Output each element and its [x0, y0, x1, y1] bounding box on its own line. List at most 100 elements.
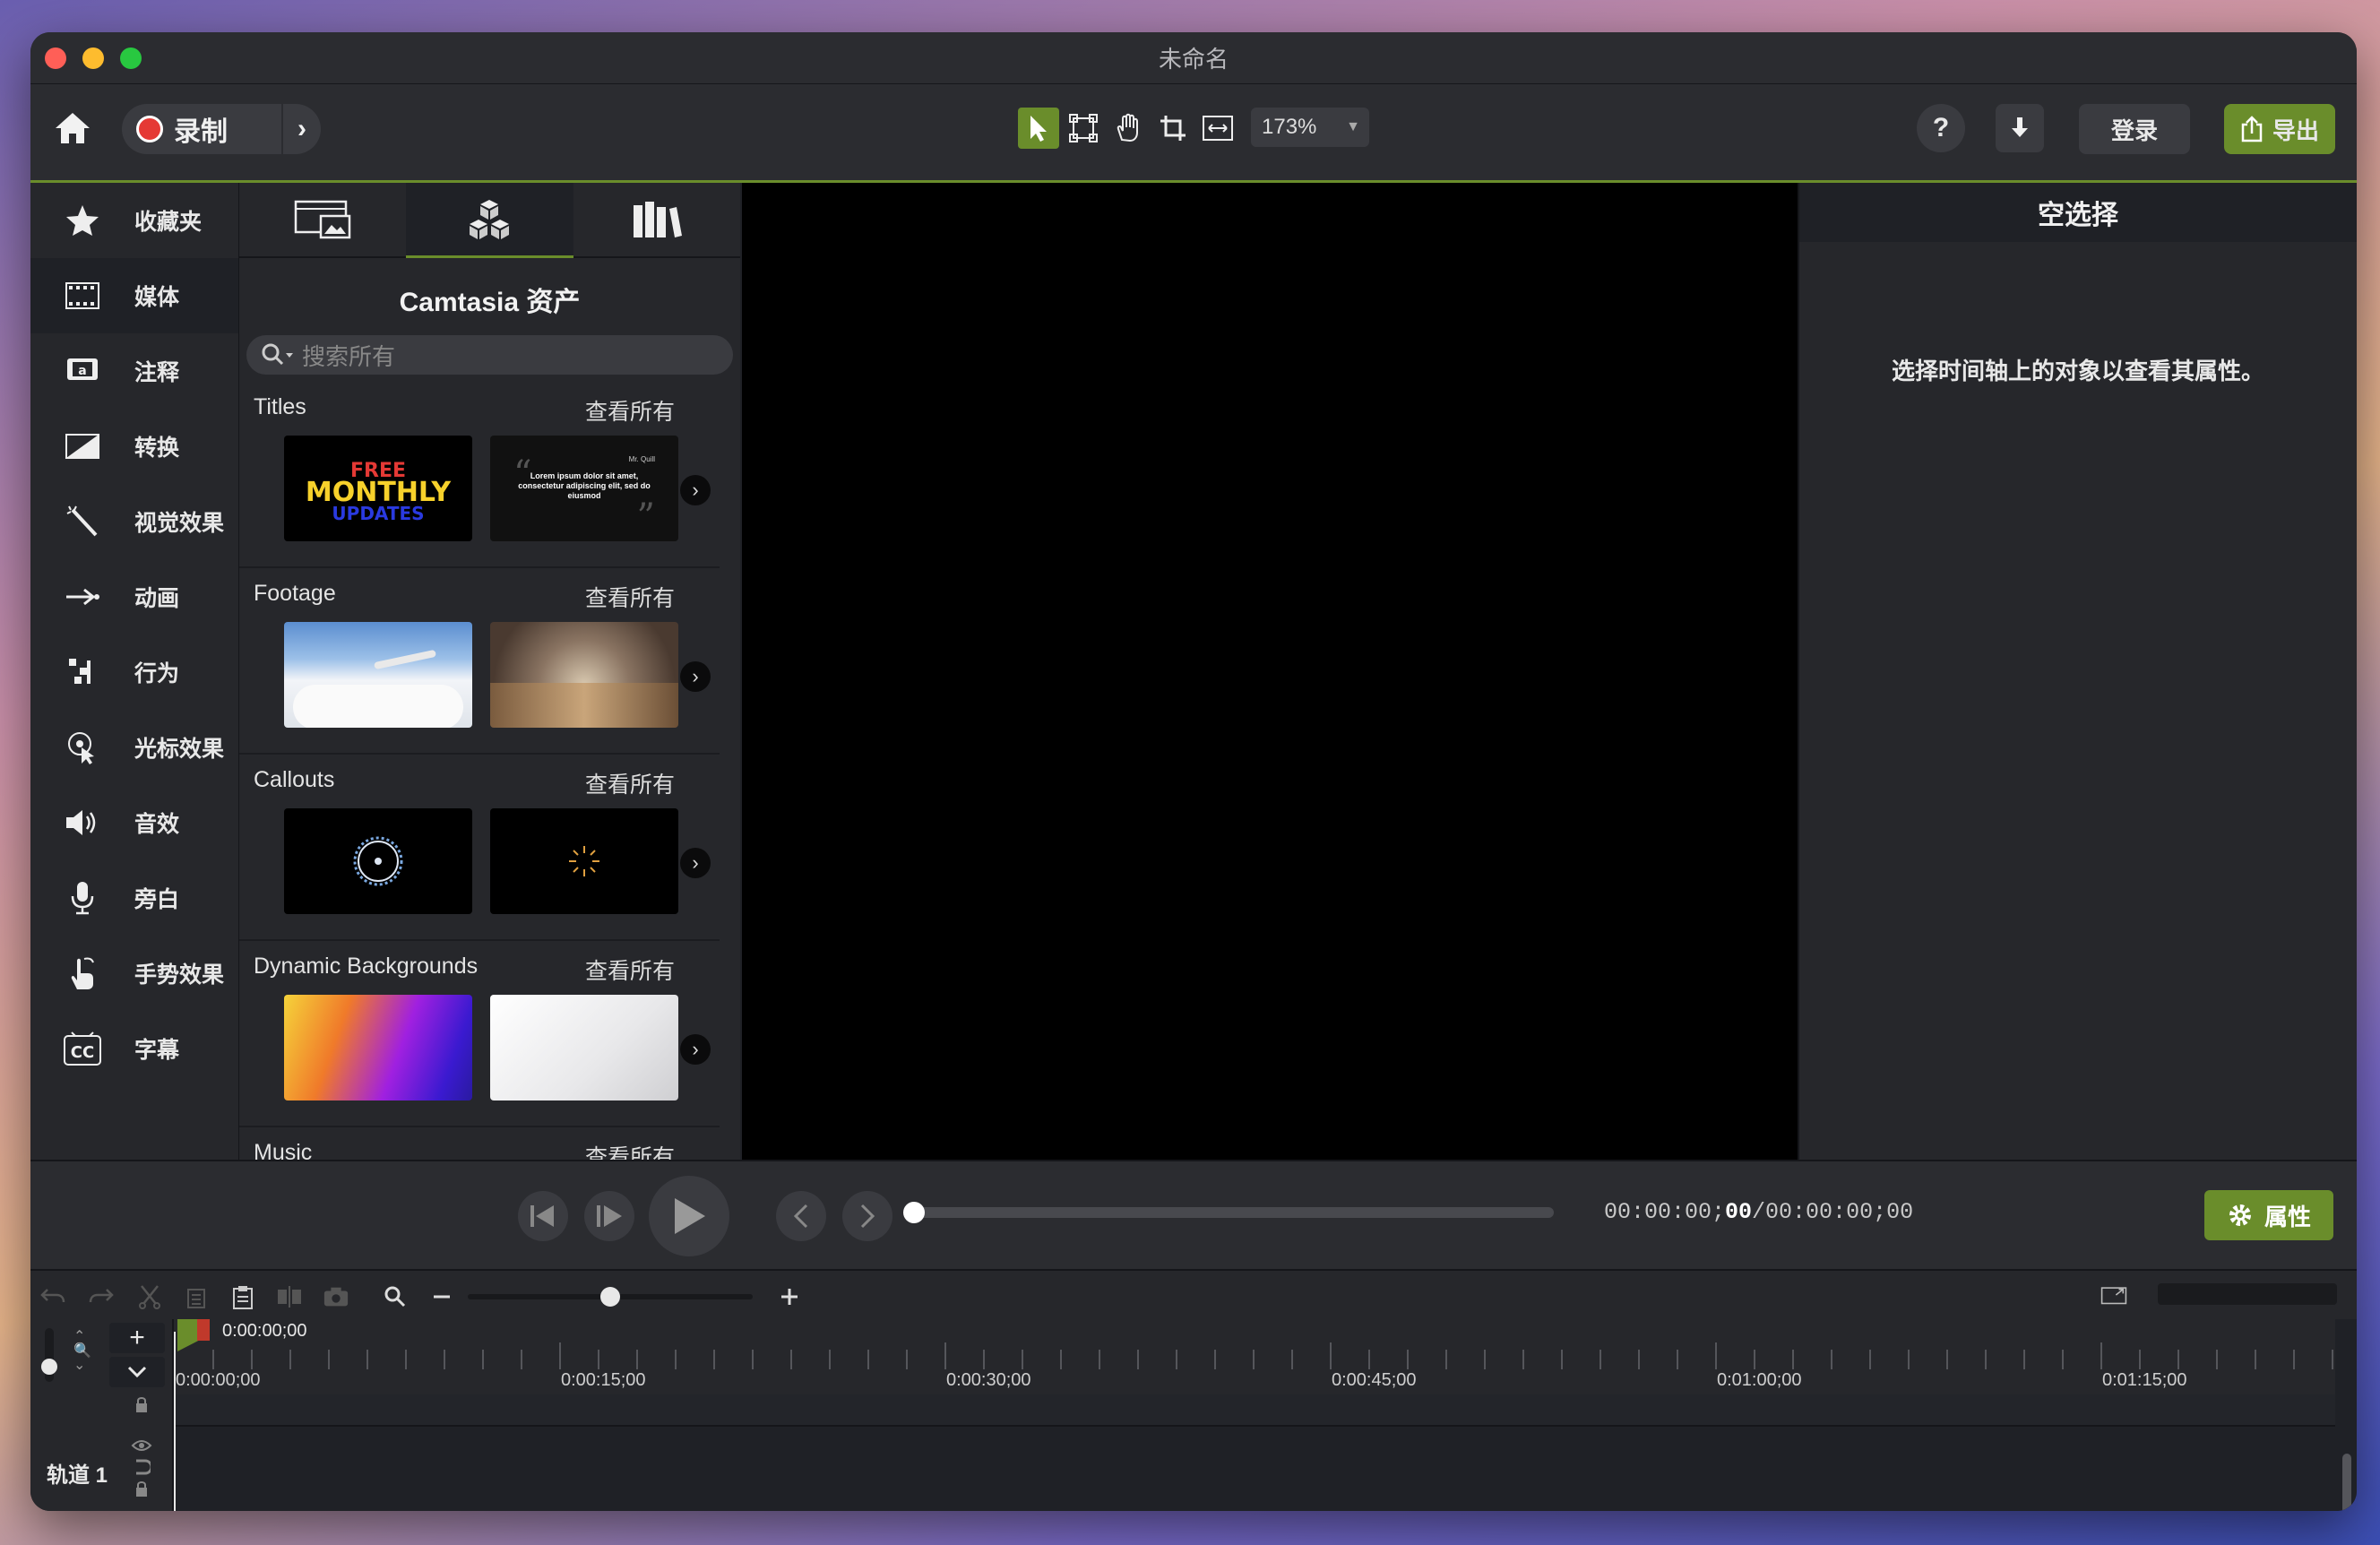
ruler-tick [906, 1350, 908, 1369]
previous-marker-button[interactable] [776, 1191, 826, 1241]
sidebar-item-annotations[interactable]: a 注释 [30, 333, 238, 409]
fit-tool-button[interactable] [1197, 108, 1238, 149]
section-next-arrow-icon[interactable]: › [680, 1034, 711, 1065]
asset-thumb-light-background[interactable] [490, 995, 678, 1100]
sidebar-item-audio-effects[interactable]: 音效 [30, 785, 238, 860]
ruler-tick [636, 1350, 638, 1369]
record-button[interactable]: 录制 › [122, 104, 321, 154]
view-all-link[interactable]: 查看所有 [585, 767, 675, 799]
preview-canvas[interactable] [742, 183, 1798, 1160]
magnet-icon[interactable] [133, 1459, 153, 1480]
close-window-button[interactable] [45, 47, 66, 69]
asset-thumb-sparkle-callout[interactable] [490, 808, 678, 914]
snapshot-button[interactable] [323, 1283, 349, 1310]
collapse-tracks-button[interactable] [109, 1357, 165, 1387]
view-all-link[interactable]: 查看所有 [585, 1140, 675, 1160]
sidebar-item-behaviors[interactable]: 行为 [30, 634, 238, 710]
zoom-level-select[interactable]: 173% ▼ [1251, 108, 1369, 147]
view-all-link[interactable]: 查看所有 [585, 394, 675, 427]
asset-thumb-monthly-updates[interactable]: FREE MONTHLY UPDATES [284, 436, 472, 541]
transform-tool-button[interactable] [1063, 108, 1104, 149]
tab-media-bin[interactable] [239, 183, 407, 258]
asset-thumb-clouds-plane[interactable] [284, 622, 472, 728]
asset-thumb-gradient-background[interactable] [284, 995, 472, 1100]
sidebar-item-favorites[interactable]: 收藏夹 [30, 183, 238, 258]
split-button[interactable] [276, 1283, 303, 1310]
zoom-search-button[interactable] [382, 1283, 409, 1310]
section-next-arrow-icon[interactable]: › [680, 848, 711, 878]
properties-button[interactable]: 属性 [2204, 1190, 2333, 1240]
ruler-tick [559, 1342, 561, 1369]
ruler-tick [2177, 1350, 2179, 1369]
sidebar-item-gesture-effects[interactable]: 手势效果 [30, 936, 238, 1011]
scrubber-handle[interactable] [903, 1202, 925, 1223]
download-button[interactable] [1996, 104, 2044, 152]
timeline-scrollbar[interactable] [2342, 1454, 2351, 1511]
sidebar-item-visual-effects[interactable]: 视觉效果 [30, 484, 238, 559]
sidebar-item-label: 转换 [134, 436, 180, 461]
track-height-handle[interactable] [41, 1359, 57, 1375]
track-lock-icon[interactable] [134, 1480, 149, 1503]
section-next-arrow-icon[interactable]: › [680, 475, 711, 505]
assets-title: Camtasia 资产 [399, 288, 581, 317]
playhead-marker[interactable] [197, 1319, 210, 1341]
sidebar-item-animations[interactable]: 动画 [30, 559, 238, 634]
minimize-window-button[interactable] [82, 47, 104, 69]
asset-thumb-mall-interior[interactable] [490, 622, 678, 728]
view-all-link[interactable]: 查看所有 [585, 581, 675, 613]
undo-button[interactable] [39, 1283, 66, 1310]
asset-thumb-circle-callout[interactable] [284, 808, 472, 914]
home-button[interactable] [48, 104, 97, 152]
timeline-zoom-handle[interactable] [600, 1287, 620, 1307]
track-row-1[interactable] [174, 1428, 2335, 1511]
step-forward-button[interactable] [584, 1191, 634, 1241]
section-next-arrow-icon[interactable]: › [680, 661, 711, 692]
sidebar-item-transitions[interactable]: 转换 [30, 409, 238, 484]
detach-timeline-button[interactable] [2100, 1282, 2127, 1308]
view-all-link[interactable]: 查看所有 [585, 954, 675, 986]
sidebar-item-voice-narration[interactable]: 旁白 [30, 860, 238, 936]
ruler-tick [790, 1350, 792, 1369]
redo-button[interactable] [88, 1283, 115, 1310]
timeline-overview-bar[interactable] [2158, 1283, 2337, 1305]
zoom-out-button[interactable] [428, 1283, 455, 1310]
magic-wand-icon [63, 502, 102, 541]
login-button[interactable]: 登录 [2079, 104, 2190, 154]
copy-button[interactable] [183, 1283, 210, 1310]
sidebar-item-captions[interactable]: CC 字幕 [30, 1011, 238, 1086]
track-name[interactable]: 轨道 1 [47, 1457, 108, 1489]
eye-icon[interactable] [131, 1439, 152, 1456]
track-row-empty[interactable] [174, 1394, 2335, 1427]
ruler-tick [713, 1350, 715, 1369]
pan-tool-button[interactable] [1108, 108, 1149, 149]
step-back-button[interactable] [518, 1191, 568, 1241]
asset-thumb-quote[interactable]: Mr. Quill “ ” Lorem ipsum dolor sit amet… [490, 436, 678, 541]
cubes-icon [470, 199, 510, 239]
ruler-tick [1792, 1350, 1794, 1369]
main-toolbar: 录制 › 173% ▼ ? 登录 导出 [30, 84, 2357, 183]
add-track-button[interactable]: + [109, 1323, 165, 1353]
export-button[interactable]: 导出 [2224, 104, 2335, 154]
cut-button[interactable] [136, 1283, 163, 1310]
ruler-tick [1176, 1350, 1177, 1369]
timeline-ruler[interactable]: 0:00:00;00 0:00:00;00 0:00:15;00 0:00:30;0… [174, 1319, 2335, 1394]
sidebar-item-cursor-effects[interactable]: 光标效果 [30, 710, 238, 785]
tab-library[interactable] [573, 183, 740, 258]
sidebar-item-media[interactable]: 媒体 [30, 258, 238, 333]
scrubber-track[interactable] [914, 1207, 1554, 1218]
paste-button[interactable] [229, 1283, 256, 1310]
crop-tool-button[interactable] [1152, 108, 1194, 149]
lock-icon[interactable] [134, 1396, 149, 1414]
ruler-label: 0:00:45;00 [1332, 1370, 1417, 1390]
zoom-in-button[interactable] [776, 1283, 803, 1310]
left-sidebar: 收藏夹 媒体 a 注释 转换 视觉效果 动画 行为 光标效果 音效 旁白 手势效… [30, 183, 238, 1160]
tab-library-assets[interactable] [406, 183, 573, 258]
crop-icon [1160, 116, 1186, 141]
select-tool-button[interactable] [1018, 108, 1059, 149]
search-input[interactable]: 搜索所有 [246, 335, 733, 375]
help-button[interactable]: ? [1917, 104, 1965, 152]
maximize-window-button[interactable] [120, 47, 142, 69]
next-marker-button[interactable] [842, 1191, 892, 1241]
record-options-chevron-icon[interactable]: › [281, 104, 321, 154]
play-button[interactable] [649, 1176, 729, 1256]
